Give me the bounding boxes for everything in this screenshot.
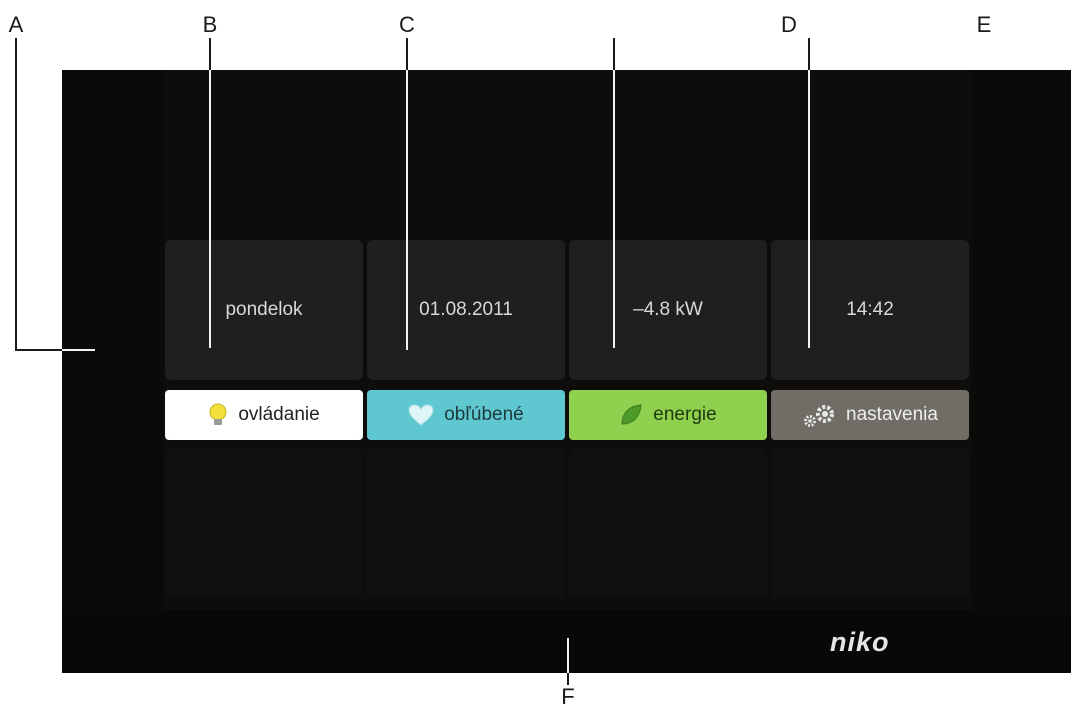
leader-line-d-top [808,38,810,70]
leader-line-b-inner [209,70,211,348]
settings-label: nastavenia [846,404,938,425]
day-tile: pondelok [165,240,363,380]
energy-button[interactable]: energie [569,390,767,440]
power-text: –4.8 kW [633,299,703,320]
leader-line-b-top [209,38,211,70]
control-label: ovládanie [238,404,320,425]
empty-tile-3 [569,448,767,598]
date-tile: 01.08.2011 [367,240,565,380]
touchscreen-display: pondelok 01.08.2011 –4.8 kW 14:42 ovláda… [15,70,1071,673]
empty-tile-1 [165,448,363,598]
callout-letter-a: A [8,12,24,37]
leader-line-energy-inner [613,70,615,348]
lightbulb-icon [209,403,227,425]
date-text: 01.08.2011 [419,299,513,320]
leader-line-f-inner [567,638,569,673]
control-button[interactable]: ovládanie [165,390,363,440]
favorites-label: obľúbené [444,404,524,425]
niko-logo: niko [830,627,890,657]
empty-tile-2 [367,448,565,598]
heart-icon [408,404,434,426]
leader-line-f-bottom [567,673,569,685]
gears-icon [804,405,835,427]
leader-line-d-inner [808,70,810,348]
callout-letter-f: F [561,684,575,709]
callout-letter-b: B [202,12,218,37]
favorites-button[interactable]: obľúbené [367,390,565,440]
day-text: pondelok [225,299,303,320]
power-tile: –4.8 kW [569,240,767,380]
leaf-icon [621,404,642,425]
leader-line-a-vertical [15,38,17,350]
empty-tile-4 [771,448,969,598]
leader-line-a-outside [15,349,62,351]
settings-button[interactable]: nastavenia [771,390,969,440]
leader-line-c-top [406,38,408,70]
leader-line-energy-top [613,38,615,70]
time-tile: 14:42 [771,240,969,380]
energy-label: energie [653,404,717,425]
callout-letter-c: C [399,12,415,37]
callout-letter-d: D [781,12,797,37]
time-text: 14:42 [846,299,894,320]
callout-letter-e: E [976,12,992,37]
leader-line-c-inner [406,70,408,350]
